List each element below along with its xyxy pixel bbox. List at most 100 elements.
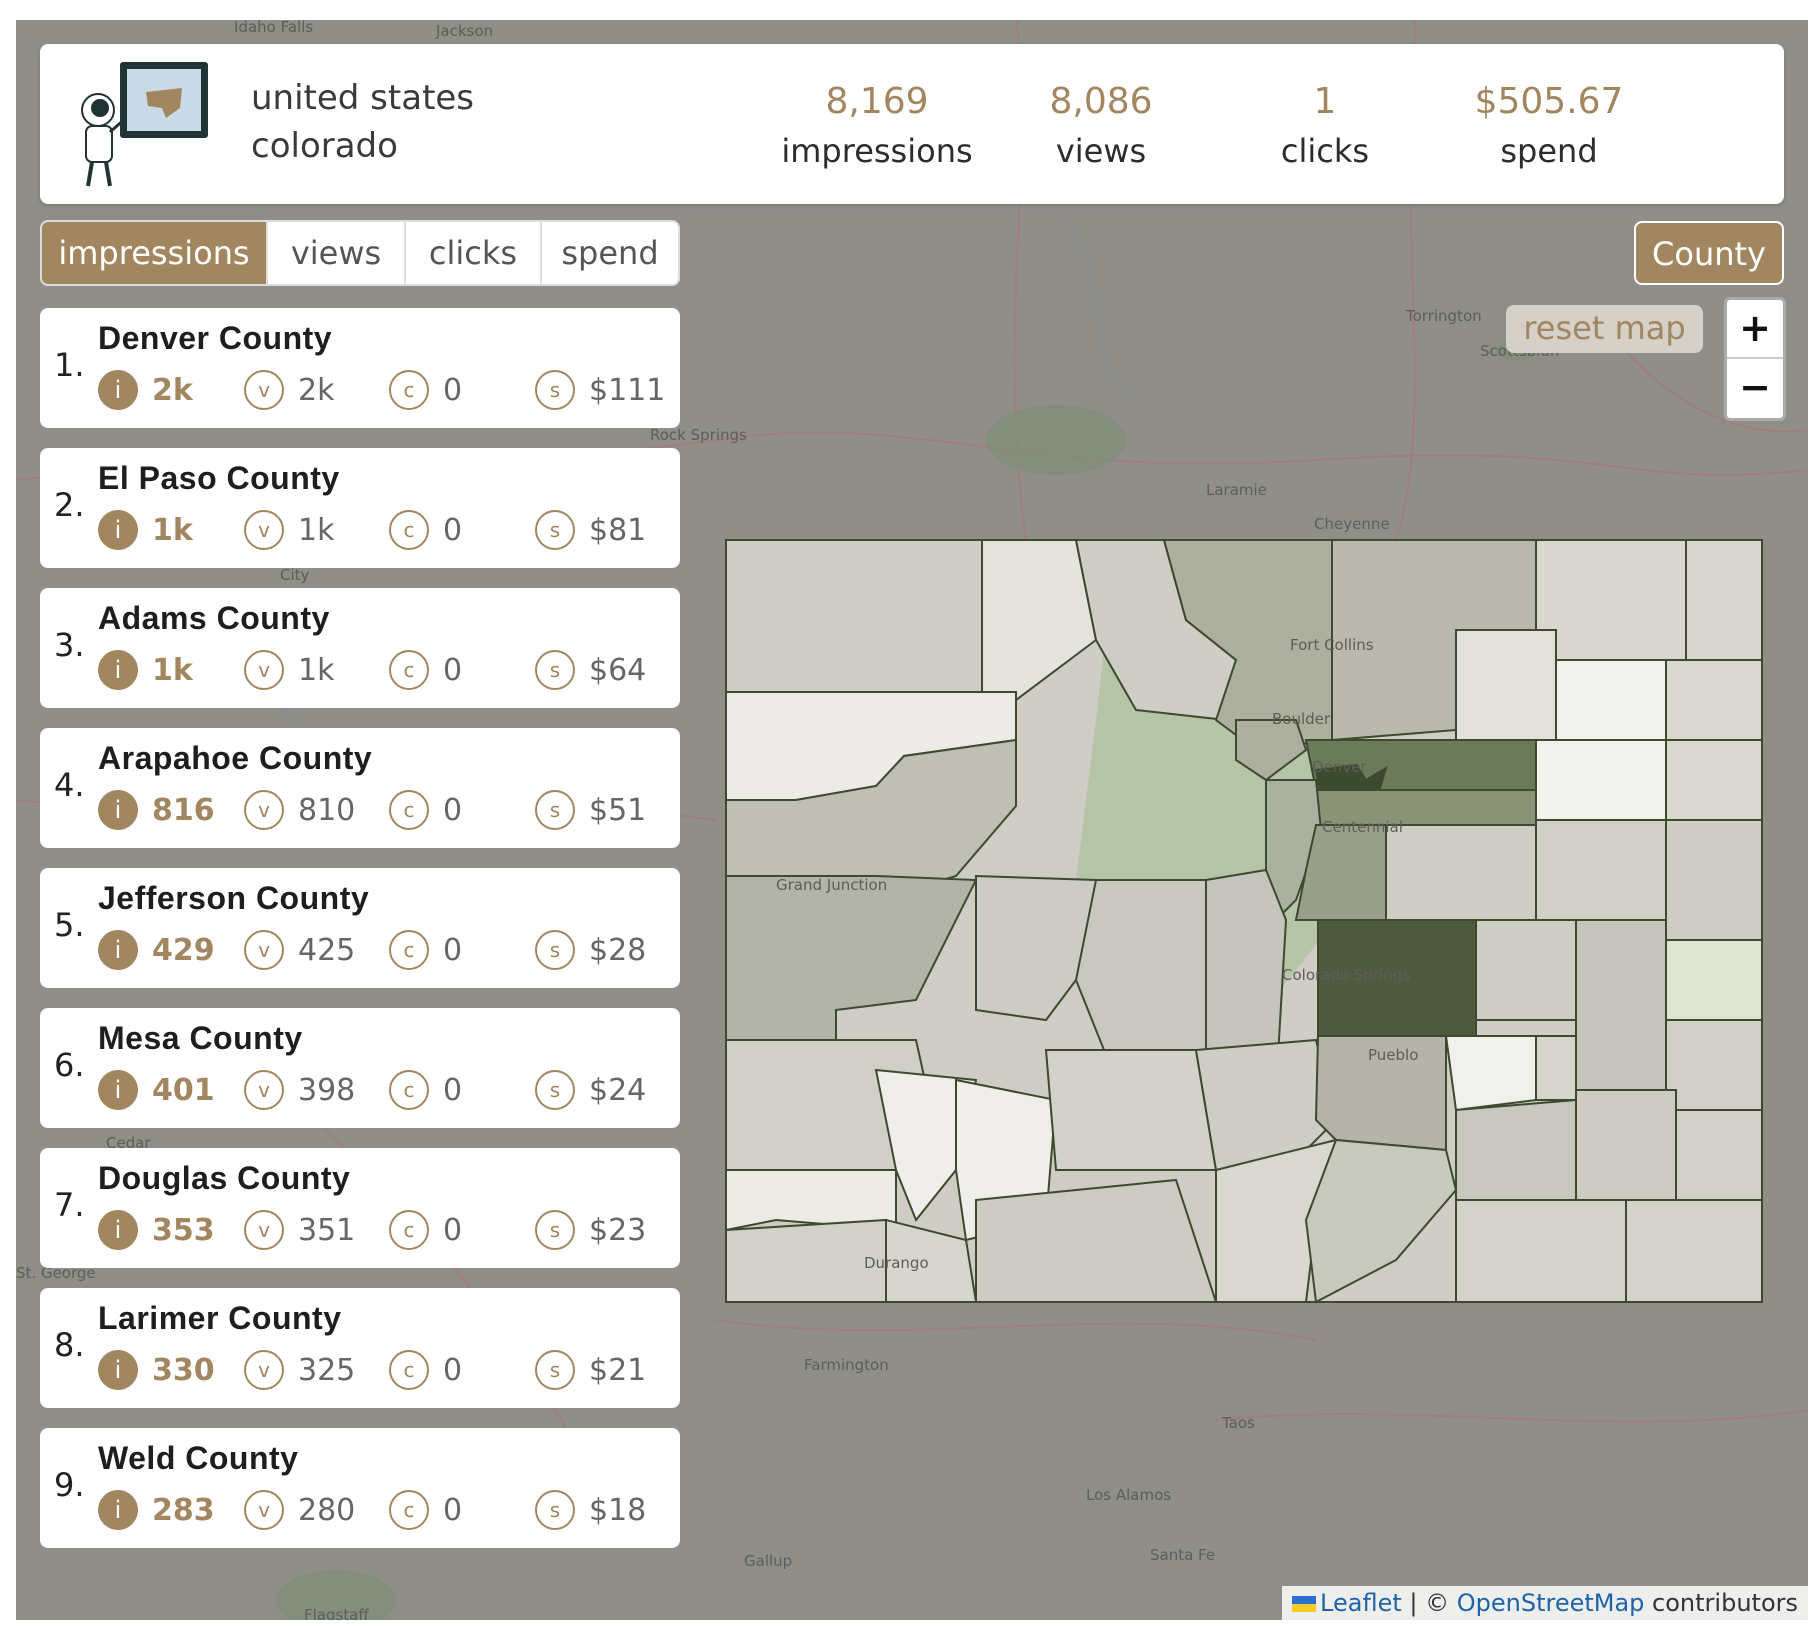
spend-icon: s <box>535 1350 575 1390</box>
tab-spend[interactable]: spend <box>542 222 678 284</box>
county-card[interactable]: 5. Jefferson County i 429 v 425 c0 s $28 <box>40 868 680 988</box>
map-label: Denver <box>1312 758 1367 776</box>
geo-level-button[interactable]: County <box>1634 221 1784 285</box>
tab-views[interactable]: views <box>268 222 406 284</box>
tab-impressions[interactable]: impressions <box>42 222 268 284</box>
views-value: 325 <box>298 1352 356 1388</box>
map-label: Cheyenne <box>1314 515 1390 533</box>
spend-icon: s <box>535 510 575 550</box>
clicks-icon: c <box>389 650 429 690</box>
county-rank: 7. <box>54 1186 85 1224</box>
ukraine-flag-icon <box>1292 1596 1317 1612</box>
county-rank: 5. <box>54 906 85 944</box>
views-metric: v 280 <box>244 1490 355 1530</box>
county-card[interactable]: 2. El Paso County i 1k v 1k c0 s $81 <box>40 448 680 568</box>
views-metric: v 325 <box>244 1350 355 1390</box>
county-name: Denver County <box>98 320 333 356</box>
attribution-suffix: contributors <box>1644 1589 1798 1617</box>
clicks-icon: c <box>389 1350 429 1390</box>
spend-icon: s <box>535 790 575 830</box>
county-card[interactable]: 3. Adams County i 1k v 1k c0 s $64 <box>40 588 680 708</box>
impressions-icon: i <box>98 930 138 970</box>
impressions-metric: i 353 <box>98 1210 215 1250</box>
county-name: Adams County <box>98 600 330 636</box>
views-icon: v <box>244 1210 284 1250</box>
clicks-icon: c <box>389 510 429 550</box>
spend-icon: s <box>535 650 575 690</box>
map-label: Gallup <box>744 1552 792 1570</box>
county-name: Arapahoe County <box>98 740 373 776</box>
county-name: Mesa County <box>98 1020 303 1056</box>
clicks-value: 0 <box>443 1072 463 1108</box>
spend-value: $51 <box>589 792 647 828</box>
reset-map-button[interactable]: reset map <box>1506 305 1703 353</box>
map-label: Idaho Falls <box>234 20 313 36</box>
views-metric: v 351 <box>244 1210 355 1250</box>
clicks-metric: c0 <box>389 790 462 830</box>
impressions-value: 2k <box>152 372 193 408</box>
spend-value: $111 <box>589 372 666 408</box>
zoom-out-button[interactable]: − <box>1727 359 1783 418</box>
impressions-value: 1k <box>152 512 193 548</box>
clicks-metric: c0 <box>389 1490 462 1530</box>
map-label: Jackson <box>435 22 493 40</box>
stat-value: 8,169 <box>825 81 929 122</box>
impressions-icon: i <box>98 370 138 410</box>
county-card[interactable]: 8. Larimer County i 330 v 325 c0 s $21 <box>40 1288 680 1408</box>
county-card[interactable]: 1. Denver County i 2k v 2k c0 s $111 <box>40 308 680 428</box>
spend-metric: s $23 <box>535 1210 646 1250</box>
stat-label: impressions <box>781 132 973 170</box>
spend-metric: s $64 <box>535 650 646 690</box>
clicks-metric: c0 <box>389 1210 462 1250</box>
spend-icon: s <box>535 1070 575 1110</box>
attribution-separator: | © <box>1401 1589 1457 1617</box>
clicks-icon: c <box>389 930 429 970</box>
stat-label: clicks <box>1280 132 1370 170</box>
clicks-metric: c0 <box>389 370 462 410</box>
views-icon: v <box>244 930 284 970</box>
impressions-value: 816 <box>152 792 215 828</box>
location-country: united states <box>251 78 475 118</box>
clicks-metric: c0 <box>389 510 462 550</box>
impressions-value: 330 <box>152 1352 215 1388</box>
clicks-metric: c0 <box>389 930 462 970</box>
tab-clicks[interactable]: clicks <box>406 222 542 284</box>
county-rank: 3. <box>54 626 85 664</box>
header-card: united states colorado 8,169 impressions… <box>40 44 1784 204</box>
clicks-value: 0 <box>443 372 463 408</box>
views-icon: v <box>244 510 284 550</box>
leaflet-link[interactable]: Leaflet <box>1320 1589 1402 1617</box>
views-value: 425 <box>298 932 356 968</box>
clicks-value: 0 <box>443 792 463 828</box>
map-attribution: Leaflet | © OpenStreetMap contributors <box>1282 1586 1808 1620</box>
impressions-value: 401 <box>152 1072 215 1108</box>
county-rank: 9. <box>54 1466 85 1504</box>
spend-metric: s $28 <box>535 930 646 970</box>
map-label: Los Alamos <box>1086 1486 1171 1504</box>
spend-value: $23 <box>589 1212 647 1248</box>
impressions-icon: i <box>98 1490 138 1530</box>
views-metric: v 1k <box>244 510 334 550</box>
map-frame[interactable]: Idaho Falls Jackson Torrington Scottsblu… <box>16 20 1808 1620</box>
county-card[interactable]: 6. Mesa County i 401 v 398 c0 s $24 <box>40 1008 680 1128</box>
county-card[interactable]: 4. Arapahoe County i 816 v 810 c0 s $51 <box>40 728 680 848</box>
impressions-metric: i 330 <box>98 1350 215 1390</box>
views-value: 2k <box>298 372 335 408</box>
views-value: 1k <box>298 512 335 548</box>
spend-value: $24 <box>589 1072 647 1108</box>
clicks-icon: c <box>389 1070 429 1110</box>
clicks-metric: c0 <box>389 1070 462 1110</box>
clicks-value: 0 <box>443 932 463 968</box>
county-name: Larimer County <box>98 1300 342 1336</box>
openstreetmap-link[interactable]: OpenStreetMap <box>1457 1589 1645 1617</box>
county-card[interactable]: 7. Douglas County i 353 v 351 c0 s $23 <box>40 1148 680 1268</box>
stat-value: 8,086 <box>1049 81 1153 122</box>
map-label: Grand Junction <box>776 876 887 894</box>
map-label: Centennial <box>1322 818 1403 836</box>
stat-value: 1 <box>1313 81 1337 122</box>
clicks-icon: c <box>389 1210 429 1250</box>
county-card[interactable]: 9. Weld County i 283 v 280 c0 s $18 <box>40 1428 680 1548</box>
county-rank: 8. <box>54 1326 85 1364</box>
zoom-in-button[interactable]: + <box>1727 300 1783 359</box>
astronaut-mascot-icon <box>81 62 208 187</box>
